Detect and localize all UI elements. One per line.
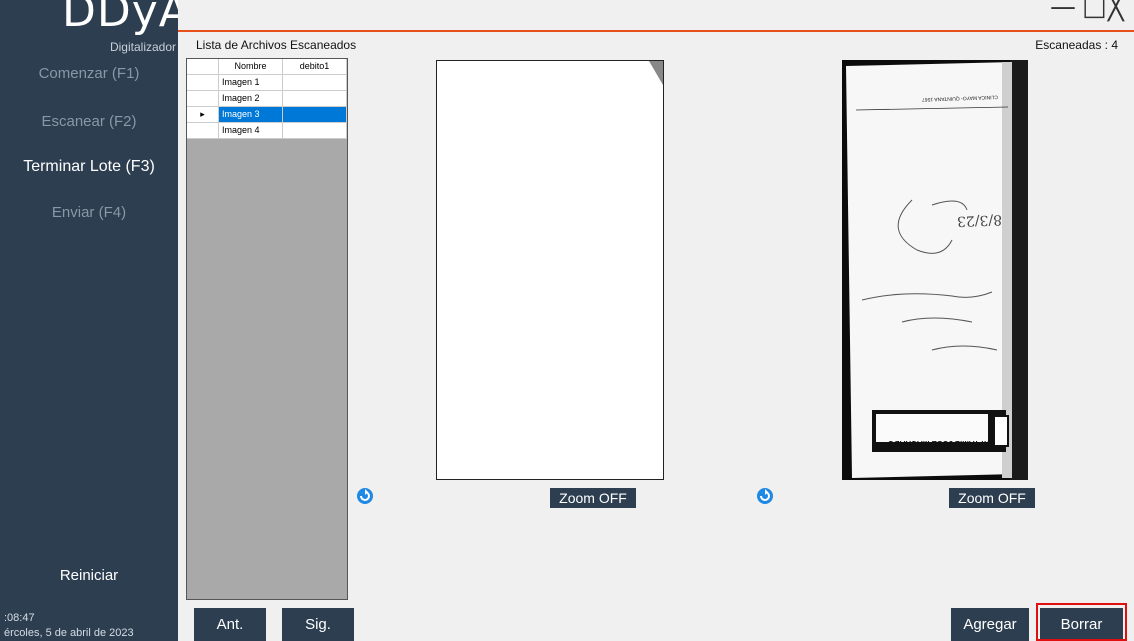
list-title: Lista de Archivos Escaneados bbox=[196, 38, 357, 52]
cell-debito[interactable] bbox=[283, 107, 347, 123]
sidebar-item-enviar[interactable]: Enviar (F4) bbox=[0, 204, 178, 221]
add-button[interactable]: Agregar bbox=[951, 608, 1029, 641]
column-header-nombre[interactable]: Nombre bbox=[219, 59, 283, 75]
sidebar: DDyA Digitalizador Comenzar (F1) Escanea… bbox=[0, 0, 178, 641]
doc-stamp-text: Dr. YAMIL JOSE MACHADO bbox=[888, 439, 992, 448]
scan-preview-right[interactable]: CLINICA MAYO- QUINTANA 1567 8/3/23 Dr. Y… bbox=[842, 60, 1028, 480]
table-row[interactable]: Imagen 1 bbox=[187, 75, 347, 91]
table-row[interactable]: Imagen 4 bbox=[187, 123, 347, 139]
scanned-document-image: CLINICA MAYO- QUINTANA 1567 8/3/23 Dr. Y… bbox=[842, 60, 1028, 480]
delete-button-highlight bbox=[1036, 603, 1127, 641]
cell-nombre[interactable]: Imagen 4 bbox=[219, 123, 283, 139]
close-icon[interactable]: ╳ bbox=[1108, 0, 1124, 22]
cell-nombre[interactable]: Imagen 3 bbox=[219, 107, 283, 123]
cell-debito[interactable] bbox=[283, 75, 347, 91]
reset-button[interactable]: Reiniciar bbox=[0, 567, 178, 584]
handwritten-date: 8/3/23 bbox=[957, 211, 1003, 229]
maximize-icon[interactable]: □ bbox=[1082, 0, 1107, 22]
row-indicator-icon[interactable]: ▸ bbox=[187, 107, 219, 123]
cell-nombre[interactable]: Imagen 1 bbox=[219, 75, 283, 91]
grid-header: Nombre debito1 bbox=[187, 59, 347, 75]
cell-nombre[interactable]: Imagen 2 bbox=[219, 91, 283, 107]
column-header-debito[interactable]: debito1 bbox=[283, 59, 347, 75]
rotate-icon[interactable] bbox=[756, 487, 774, 505]
row-header[interactable] bbox=[187, 123, 219, 139]
sidebar-item-escanear[interactable]: Escanear (F2) bbox=[0, 113, 178, 130]
app-subtitle: Digitalizador bbox=[109, 40, 176, 54]
row-header[interactable] bbox=[187, 91, 219, 107]
cell-debito[interactable] bbox=[283, 123, 347, 139]
zoom-toggle-left[interactable]: Zoom OFF bbox=[550, 488, 636, 508]
date: ércoles, 5 de abril de 2023 bbox=[4, 627, 134, 639]
table-row[interactable]: Imagen 2 bbox=[187, 91, 347, 107]
title-bar: — □ ╳ bbox=[178, 0, 1134, 32]
table-row-selected[interactable]: ▸ Imagen 3 bbox=[187, 107, 347, 123]
scanned-count: Escaneadas : 4 bbox=[1035, 38, 1118, 52]
row-header[interactable] bbox=[187, 75, 219, 91]
grid-header-corner bbox=[187, 59, 219, 75]
clock: :08:47 bbox=[4, 612, 35, 624]
scan-preview-left[interactable] bbox=[436, 60, 664, 480]
sidebar-item-comenzar[interactable]: Comenzar (F1) bbox=[0, 65, 178, 82]
page-fold bbox=[649, 61, 663, 85]
zoom-toggle-right[interactable]: Zoom OFF bbox=[949, 488, 1035, 508]
sidebar-item-terminar-lote[interactable]: Terminar Lote (F3) bbox=[0, 158, 178, 176]
previous-button[interactable]: Ant. bbox=[194, 608, 266, 641]
file-list-grid[interactable]: Nombre debito1 Imagen 1 Imagen 2 ▸ Image… bbox=[186, 58, 348, 600]
next-button[interactable]: Sig. bbox=[282, 608, 354, 641]
app-logo: DDyA bbox=[62, 0, 178, 37]
cell-debito[interactable] bbox=[283, 91, 347, 107]
minimize-icon[interactable]: — bbox=[1050, 0, 1076, 22]
rotate-icon[interactable] bbox=[356, 487, 374, 505]
